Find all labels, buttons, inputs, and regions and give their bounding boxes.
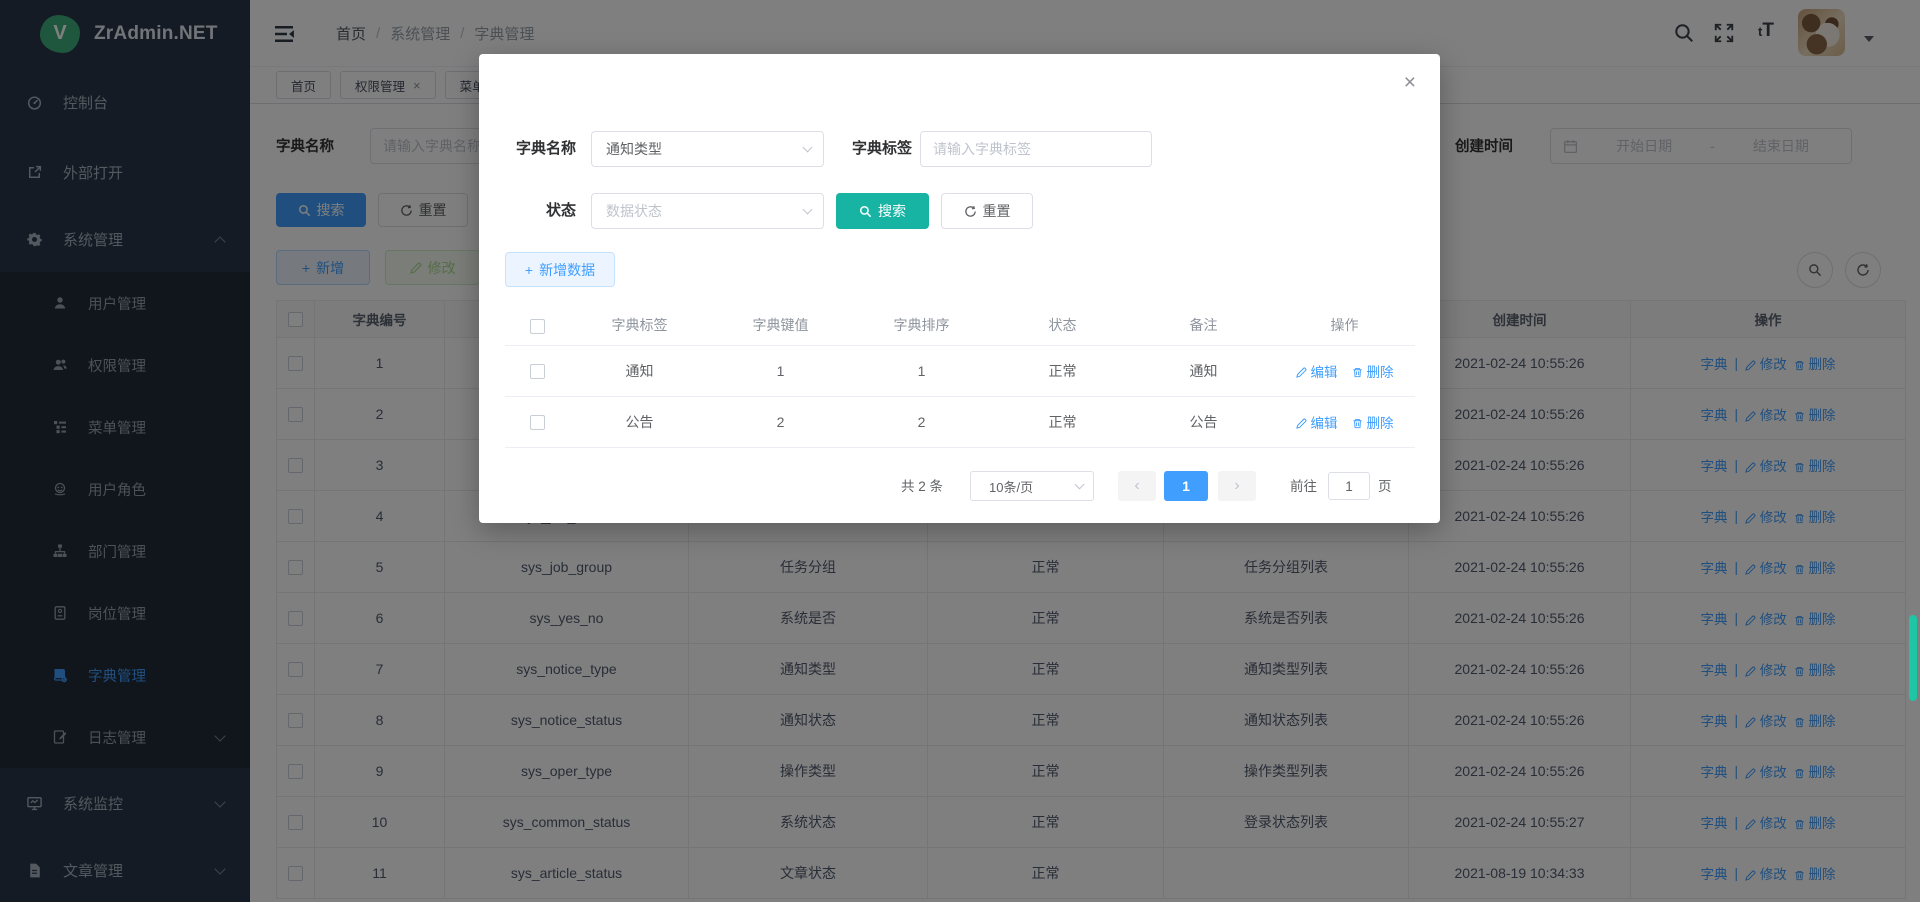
goto-page-input[interactable] bbox=[1328, 472, 1370, 500]
dialog-dict-label-input[interactable] bbox=[920, 131, 1152, 167]
edit-action-link[interactable]: 编辑 bbox=[1296, 361, 1338, 381]
page-unit-label: 页 bbox=[1378, 471, 1392, 503]
page-size-select[interactable]: 10条/页 bbox=[970, 471, 1094, 501]
pagination-total: 共 2 条 bbox=[901, 471, 943, 503]
chevron-down-icon bbox=[803, 143, 813, 153]
column-header-actions: 操作 bbox=[1274, 306, 1415, 345]
pencil-icon bbox=[1296, 367, 1307, 378]
column-header-value: 字典键值 bbox=[710, 306, 851, 345]
cell-value: 1 bbox=[710, 345, 851, 396]
scrollbar-thumb[interactable] bbox=[1909, 615, 1917, 701]
next-page-button[interactable]: › bbox=[1218, 471, 1256, 501]
delete-action-link[interactable]: 删除 bbox=[1352, 361, 1394, 381]
row-checkbox[interactable] bbox=[530, 415, 545, 430]
column-header-remark: 备注 bbox=[1133, 306, 1274, 345]
cell-remark: 通知 bbox=[1133, 345, 1274, 396]
dialog-close-icon[interactable]: × bbox=[1404, 72, 1416, 93]
chevron-down-icon bbox=[1075, 480, 1085, 490]
dialog-reset-button[interactable]: 重置 bbox=[941, 193, 1033, 229]
pencil-icon bbox=[1296, 418, 1307, 429]
current-page-button[interactable]: 1 bbox=[1164, 471, 1208, 501]
dict-data-dialog: × 字典名称 通知类型 字典标签 状态 数据状态 搜索 重置 +新增数据 bbox=[479, 54, 1440, 523]
cell-status: 正常 bbox=[992, 396, 1133, 447]
dialog-dict-name-label: 字典名称 bbox=[506, 131, 576, 167]
goto-label: 前往 bbox=[1290, 471, 1317, 503]
app-root: V ZrAdmin.NET 控制台 外部打开 系统管理 用户管理 权限管理 菜单… bbox=[0, 0, 1920, 902]
refresh-icon bbox=[964, 205, 977, 218]
cell-label: 通知 bbox=[569, 345, 710, 396]
prev-page-button[interactable]: ‹ bbox=[1118, 471, 1156, 501]
dialog-table-row: 通知 1 1 正常 通知 编辑 删除 bbox=[505, 345, 1415, 396]
column-header-status: 状态 bbox=[992, 306, 1133, 345]
dialog-dict-label-label: 字典标签 bbox=[837, 131, 912, 167]
cell-label: 公告 bbox=[569, 396, 710, 447]
dialog-dict-name-select[interactable]: 通知类型 bbox=[591, 131, 824, 167]
column-header-sort: 字典排序 bbox=[851, 306, 992, 345]
dialog-status-label: 状态 bbox=[506, 193, 576, 229]
search-icon bbox=[859, 205, 872, 218]
trash-icon bbox=[1352, 418, 1363, 429]
dialog-add-data-button[interactable]: +新增数据 bbox=[505, 252, 615, 287]
row-checkbox[interactable] bbox=[530, 364, 545, 379]
cell-remark: 公告 bbox=[1133, 396, 1274, 447]
select-all-checkbox[interactable] bbox=[530, 319, 545, 334]
trash-icon bbox=[1352, 367, 1363, 378]
dialog-search-button[interactable]: 搜索 bbox=[836, 193, 929, 229]
dialog-table-header-row: 字典标签 字典键值 字典排序 状态 备注 操作 bbox=[505, 306, 1415, 345]
dialog-dict-data-table: 字典标签 字典键值 字典排序 状态 备注 操作 通知 1 1 正常 bbox=[505, 306, 1415, 448]
cell-sort: 1 bbox=[851, 345, 992, 396]
dialog-table-row: 公告 2 2 正常 公告 编辑 删除 bbox=[505, 396, 1415, 447]
plus-icon: + bbox=[525, 262, 533, 278]
column-header-label: 字典标签 bbox=[569, 306, 710, 345]
chevron-down-icon bbox=[803, 205, 813, 215]
delete-action-link[interactable]: 删除 bbox=[1352, 412, 1394, 432]
edit-action-link[interactable]: 编辑 bbox=[1296, 412, 1338, 432]
cell-sort: 2 bbox=[851, 396, 992, 447]
cell-value: 2 bbox=[710, 396, 851, 447]
cell-status: 正常 bbox=[992, 345, 1133, 396]
dialog-status-select[interactable]: 数据状态 bbox=[591, 193, 824, 229]
